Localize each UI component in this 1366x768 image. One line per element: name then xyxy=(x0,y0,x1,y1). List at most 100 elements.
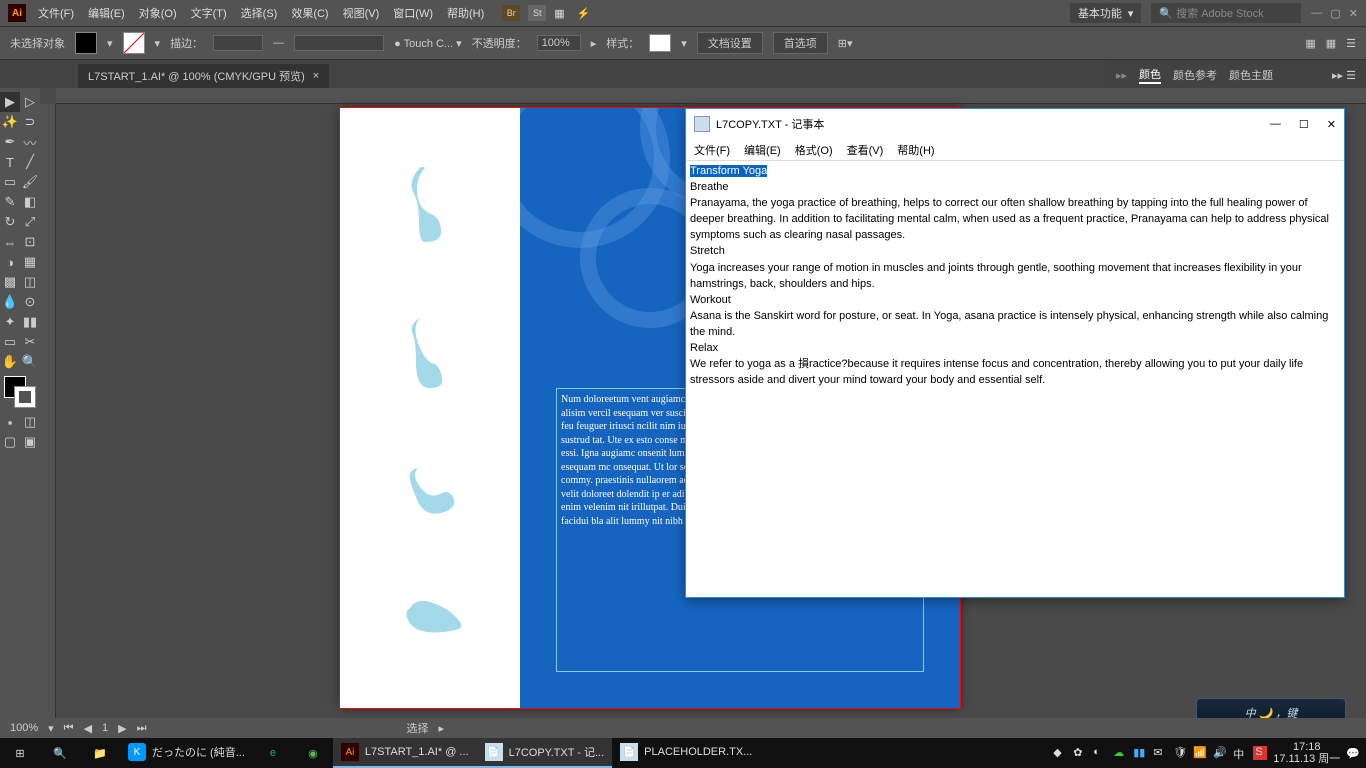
arrange-icon[interactable]: ▦ xyxy=(554,7,564,20)
stroke-swatch[interactable] xyxy=(123,32,145,54)
lasso-tool[interactable]: ⊃ xyxy=(20,112,40,132)
align-icon[interactable]: ⊞▾ xyxy=(838,37,853,50)
slice-tool[interactable]: ✂ xyxy=(20,332,40,352)
chevron-down-icon[interactable]: ▾ xyxy=(155,37,161,50)
np-menu-format[interactable]: 格式(O) xyxy=(795,142,833,158)
tray-sogou-icon[interactable]: S xyxy=(1253,746,1267,760)
paintbrush-tool[interactable]: 🖌 xyxy=(20,172,40,192)
gradient-mode[interactable]: ◫ xyxy=(20,412,40,432)
tray-icon[interactable]: ✿ xyxy=(1073,746,1087,760)
brush-input[interactable] xyxy=(294,35,384,51)
minimize-icon[interactable]: — xyxy=(1311,7,1322,20)
stock-search-input[interactable]: 🔍 搜索 Adobe Stock xyxy=(1151,3,1301,23)
np-menu-file[interactable]: 文件(F) xyxy=(694,142,730,158)
rotate-tool[interactable]: ↻ xyxy=(0,212,20,232)
menu-file[interactable]: 文件(F) xyxy=(38,5,74,21)
pen-tool[interactable]: ✒ xyxy=(0,132,20,152)
notifications-icon[interactable]: 💬 xyxy=(1346,747,1360,760)
status-scroll-icon[interactable]: ▸ xyxy=(439,722,445,735)
nav-prev-icon[interactable]: ◀ xyxy=(84,722,92,735)
menu-object[interactable]: 对象(O) xyxy=(139,5,177,21)
tray-icon[interactable]: ◆ xyxy=(1053,746,1067,760)
notepad-titlebar[interactable]: L7COPY.TXT - 记事本 — ☐ ✕ xyxy=(686,109,1344,139)
screen-mode-full[interactable]: ▣ xyxy=(20,432,40,452)
panel-menu-icon[interactable]: ☰ xyxy=(1346,37,1356,50)
browser-icon[interactable]: ◉ xyxy=(293,738,333,768)
selection-tool[interactable]: ▶ xyxy=(0,92,20,112)
bridge-icon[interactable]: Br xyxy=(502,5,520,21)
nav-first-icon[interactable]: ⏮ xyxy=(64,722,74,735)
symbol-sprayer-tool[interactable]: ✦ xyxy=(0,312,20,332)
eyedropper-tool[interactable]: 💧 xyxy=(0,292,20,312)
stock-icon[interactable]: St xyxy=(528,5,546,21)
mesh-tool[interactable]: ▩ xyxy=(0,272,20,292)
gpu-icon[interactable]: ⚡ xyxy=(577,7,591,20)
screen-mode-normal[interactable]: ▢ xyxy=(0,432,20,452)
maximize-icon[interactable]: ☐ xyxy=(1299,118,1309,131)
edge-icon[interactable]: e xyxy=(253,738,293,768)
zoom-tool[interactable]: 🔍 xyxy=(20,352,40,372)
artboard-tool[interactable]: ▭ xyxy=(0,332,20,352)
shape-builder-tool[interactable]: ◑ xyxy=(0,252,20,272)
nav-last-icon[interactable]: ⏭ xyxy=(137,722,147,735)
np-menu-edit[interactable]: 编辑(E) xyxy=(744,142,781,158)
minimize-icon[interactable]: — xyxy=(1270,118,1281,131)
tray-network-icon[interactable]: ▮▮ xyxy=(1133,746,1147,760)
panel-more-icon[interactable]: ▸▸ ☰ xyxy=(1332,69,1356,82)
tray-volume-icon[interactable]: 🔊 xyxy=(1213,746,1227,760)
taskbar-illustrator[interactable]: AiL7START_1.AI* @ ... xyxy=(333,738,477,768)
start-button[interactable]: ⊞ xyxy=(0,738,40,768)
free-transform-tool[interactable]: ⊡ xyxy=(20,232,40,252)
fill-swatch[interactable] xyxy=(75,32,97,54)
tray-icon[interactable]: ◐ xyxy=(1093,746,1107,760)
type-tool[interactable]: T xyxy=(0,152,20,172)
chevron-down-icon[interactable]: ▾ xyxy=(107,37,113,50)
color-themes-tab[interactable]: 颜色主题 xyxy=(1229,67,1273,83)
close-icon[interactable]: ✕ xyxy=(1349,7,1358,20)
doc-setup-button[interactable]: 文档设置 xyxy=(697,32,763,54)
maximize-icon[interactable]: ▢ xyxy=(1330,7,1340,20)
close-icon[interactable]: ✕ xyxy=(1327,118,1336,131)
tray-wechat-icon[interactable]: ☁ xyxy=(1113,746,1127,760)
width-tool[interactable]: ⇔ xyxy=(0,232,20,252)
menu-edit[interactable]: 编辑(E) xyxy=(88,5,125,21)
document-tab[interactable]: L7START_1.AI* @ 100% (CMYK/GPU 预览) × xyxy=(78,64,329,88)
close-tab-icon[interactable]: × xyxy=(313,70,319,82)
menu-view[interactable]: 视图(V) xyxy=(343,5,380,21)
notepad-editor[interactable]: Transform Yoga Breathe Pranayama, the yo… xyxy=(686,161,1344,597)
np-menu-help[interactable]: 帮助(H) xyxy=(897,142,934,158)
opacity-input[interactable] xyxy=(537,35,581,51)
magic-wand-tool[interactable]: ✨ xyxy=(0,112,20,132)
fill-stroke-selector[interactable] xyxy=(4,376,36,408)
scale-tool[interactable]: ⤢ xyxy=(20,212,40,232)
notepad-window[interactable]: L7COPY.TXT - 记事本 — ☐ ✕ 文件(F) 编辑(E) 格式(O)… xyxy=(685,108,1345,598)
nav-next-icon[interactable]: ▶ xyxy=(118,722,126,735)
graph-tool[interactable]: ▮▮ xyxy=(20,312,40,332)
page-number[interactable]: 1 xyxy=(102,722,108,734)
workspace-switcher[interactable]: 基本功能▾ xyxy=(1070,3,1142,23)
taskbar-clock[interactable]: 17:18 17.11.13 周一 xyxy=(1273,741,1340,765)
ruler-horizontal[interactable] xyxy=(56,88,1366,104)
perspective-tool[interactable]: ▦ xyxy=(20,252,40,272)
menu-window[interactable]: 窗口(W) xyxy=(393,5,433,21)
menu-help[interactable]: 帮助(H) xyxy=(447,5,484,21)
tray-ime-icon[interactable]: 中 xyxy=(1233,746,1247,760)
stroke-weight-input[interactable] xyxy=(213,35,263,51)
zoom-level[interactable]: 100% xyxy=(10,722,38,734)
color-guide-tab[interactable]: 颜色参考 xyxy=(1173,67,1217,83)
taskbar-notepad[interactable]: 📄L7COPY.TXT - 记... xyxy=(477,738,613,768)
color-tab[interactable]: 颜色 xyxy=(1139,66,1161,84)
tray-wifi-icon[interactable]: 📶 xyxy=(1193,746,1207,760)
panel-toggle-icon[interactable]: ▦ xyxy=(1305,37,1315,50)
panel-icon[interactable]: ▸▸ xyxy=(1116,69,1127,82)
taskbar-placeholder[interactable]: 📄PLACEHOLDER.TX... xyxy=(612,738,760,768)
menu-select[interactable]: 选择(S) xyxy=(241,5,278,21)
file-explorer-icon[interactable]: 📁 xyxy=(80,738,120,768)
shaper-tool[interactable]: ✎ xyxy=(0,192,20,212)
hand-tool[interactable]: ✋ xyxy=(0,352,20,372)
style-swatch[interactable] xyxy=(649,34,671,52)
tray-msg-icon[interactable]: ✉ xyxy=(1153,746,1167,760)
gradient-tool[interactable]: ◫ xyxy=(20,272,40,292)
direct-selection-tool[interactable]: ▷ xyxy=(20,92,40,112)
line-tool[interactable]: ╱ xyxy=(20,152,40,172)
